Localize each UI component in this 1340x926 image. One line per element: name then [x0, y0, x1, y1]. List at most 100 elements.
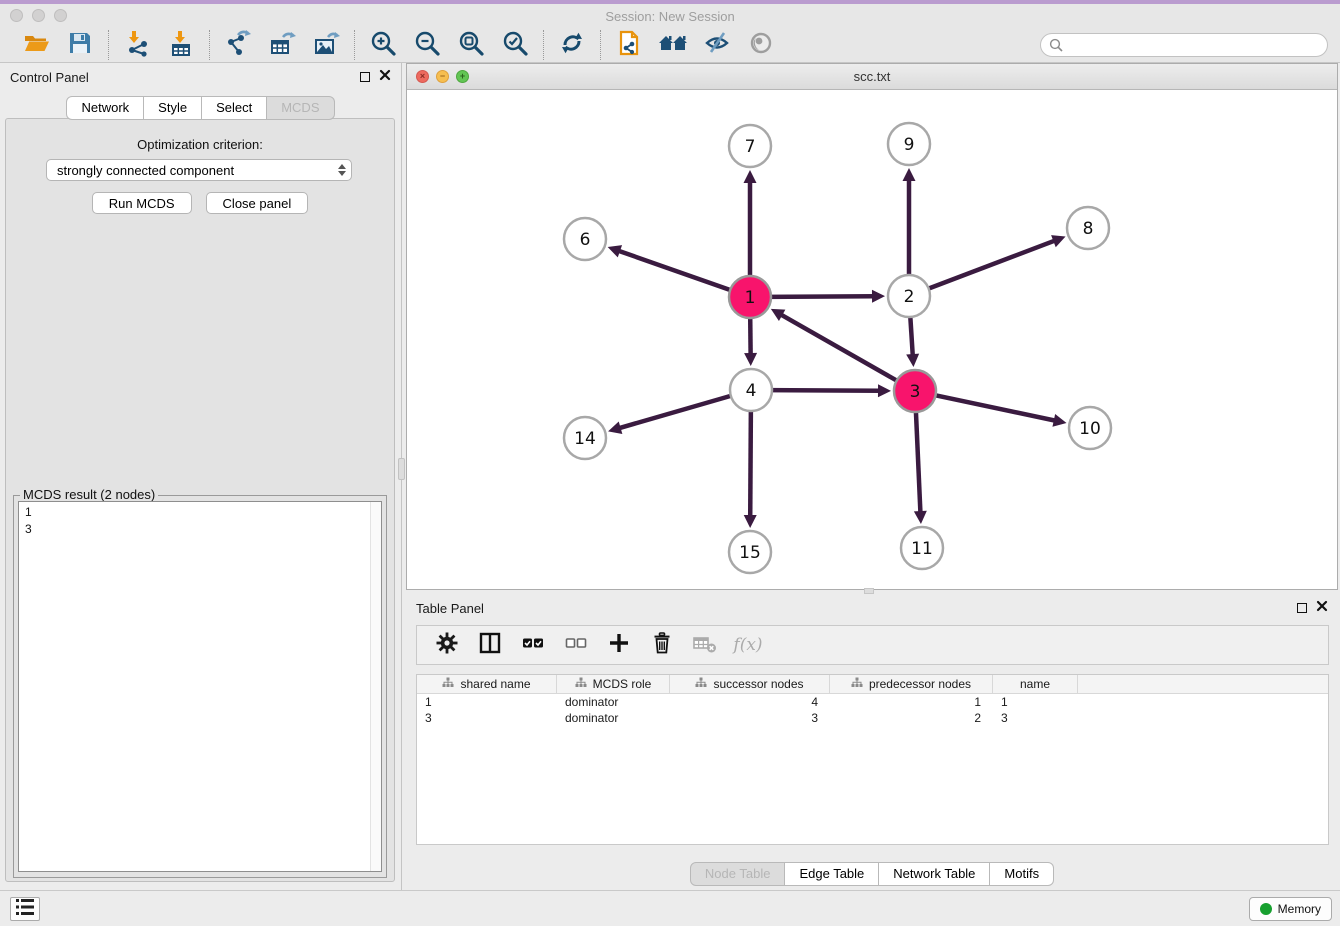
edge-1-4[interactable] — [744, 315, 757, 366]
column-header-shared-name[interactable]: shared name — [417, 675, 557, 693]
table-row[interactable]: 1dominator411 — [417, 694, 1328, 710]
table-row[interactable]: 3dominator323 — [417, 710, 1328, 726]
home-icon-button[interactable] — [657, 29, 689, 61]
edge-1-7[interactable] — [744, 170, 757, 279]
node-label: 2 — [904, 287, 915, 307]
open-file-button[interactable] — [20, 29, 52, 61]
column-header-name[interactable]: name — [993, 675, 1078, 693]
graph-node-1[interactable]: 1 — [729, 276, 771, 318]
close-panel-button[interactable]: Close panel — [206, 192, 309, 214]
table-tab-edge-table[interactable]: Edge Table — [785, 862, 879, 886]
memory-button[interactable]: Memory — [1249, 897, 1332, 921]
network-minimize-icon[interactable]: − — [436, 70, 449, 83]
table-cell: 1 — [417, 694, 557, 710]
edge-2-8[interactable] — [926, 235, 1066, 290]
float-table-panel-icon[interactable] — [1297, 603, 1307, 613]
control-panel-tabs: NetworkStyleSelectMCDS — [0, 96, 401, 120]
table-panel-title: Table Panel — [416, 601, 484, 616]
column-header-predecessor-nodes[interactable]: predecessor nodes — [830, 675, 993, 693]
network-file-button[interactable] — [613, 29, 645, 61]
export-image-button[interactable] — [310, 29, 342, 61]
float-panel-icon[interactable] — [360, 72, 370, 82]
network-window-titlebar[interactable]: × − + scc.txt — [407, 64, 1337, 90]
graph-node-9[interactable]: 9 — [888, 123, 930, 165]
delete-table-button[interactable] — [691, 631, 719, 659]
select-all-button[interactable] — [519, 631, 547, 659]
add-column-button[interactable] — [605, 631, 633, 659]
table-tab-motifs[interactable]: Motifs — [990, 862, 1054, 886]
network-graph-svg: 7 9 6 8 1 2 4 3 14 10 15 11 — [407, 90, 1337, 589]
edge-2-9[interactable] — [903, 168, 916, 278]
edge-4-3[interactable] — [769, 384, 891, 397]
tab-style[interactable]: Style — [144, 96, 202, 120]
column-header-mcds-role[interactable]: MCDS role — [557, 675, 670, 693]
graph-node-8[interactable]: 8 — [1067, 207, 1109, 249]
eye-icon — [747, 29, 775, 62]
import-table-button[interactable] — [165, 29, 197, 61]
graph-node-6[interactable]: 6 — [564, 218, 606, 260]
search-input[interactable] — [1040, 33, 1328, 57]
graph-node-4[interactable]: 4 — [730, 369, 772, 411]
mcds-result-scrollbar[interactable] — [370, 502, 381, 871]
deselect-all-button[interactable] — [562, 631, 590, 659]
zoom-in-button[interactable] — [367, 29, 399, 61]
edge-3-10[interactable] — [933, 395, 1067, 427]
show-graphics-button[interactable] — [745, 29, 777, 61]
edge-1-6[interactable] — [608, 245, 733, 291]
edge-3-1[interactable] — [771, 309, 900, 382]
search-icon — [1049, 38, 1063, 57]
delete-column-button[interactable] — [648, 631, 676, 659]
run-mcds-button[interactable]: Run MCDS — [92, 192, 192, 214]
export-table-button[interactable] — [266, 29, 298, 61]
edge-1-2[interactable] — [768, 290, 885, 303]
mcds-result-list[interactable]: 13 — [18, 501, 382, 872]
edge-4-15[interactable] — [744, 408, 757, 528]
criterion-select[interactable]: strongly connected component — [46, 159, 352, 181]
graph-node-3[interactable]: 3 — [894, 370, 936, 412]
function-builder-button[interactable]: f(x) — [734, 631, 762, 659]
graph-node-15[interactable]: 15 — [729, 531, 771, 573]
vertical-splitter-handle[interactable] — [398, 458, 405, 480]
network-zoom-icon[interactable]: + — [456, 70, 469, 83]
save-session-button[interactable] — [64, 29, 96, 61]
close-table-panel-icon[interactable] — [1316, 599, 1328, 617]
split-columns-button[interactable] — [476, 631, 504, 659]
graph-node-10[interactable]: 10 — [1069, 407, 1111, 449]
chevron-updown-icon — [333, 160, 351, 180]
column-header-label: shared name — [460, 677, 530, 691]
table-tab-node-table[interactable]: Node Table — [690, 862, 786, 886]
column-header-label: successor nodes — [713, 677, 803, 691]
memory-button-label: Memory — [1278, 902, 1321, 916]
task-history-button[interactable] — [10, 897, 40, 921]
edge-3-11[interactable] — [914, 409, 927, 524]
graph-node-7[interactable]: 7 — [729, 125, 771, 167]
maximize-window-button[interactable] — [54, 9, 67, 22]
minimize-window-button[interactable] — [32, 9, 45, 22]
table-cell: 3 — [670, 710, 830, 726]
network-close-icon[interactable]: × — [416, 70, 429, 83]
close-panel-icon[interactable] — [379, 68, 391, 86]
graph-node-14[interactable]: 14 — [564, 417, 606, 459]
edge-2-3[interactable] — [906, 314, 919, 367]
export-network-button[interactable] — [222, 29, 254, 61]
horizontal-splitter-handle[interactable] — [864, 588, 874, 594]
tab-select[interactable]: Select — [202, 96, 267, 120]
network-canvas[interactable]: 7 9 6 8 1 2 4 3 14 10 15 11 — [407, 90, 1337, 589]
edge-4-14[interactable] — [608, 395, 734, 434]
fit-content-button[interactable] — [455, 29, 487, 61]
import-network-button[interactable] — [121, 29, 153, 61]
graph-node-11[interactable]: 11 — [901, 527, 943, 569]
column-header-successor-nodes[interactable]: successor nodes — [670, 675, 830, 693]
table-settings-button[interactable] — [433, 631, 461, 659]
node-label: 7 — [745, 137, 756, 157]
tab-network[interactable]: Network — [66, 96, 144, 120]
table-tab-network-table[interactable]: Network Table — [879, 862, 990, 886]
zoom-selected-button[interactable] — [499, 29, 531, 61]
zoom-out-button[interactable] — [411, 29, 443, 61]
refresh-button[interactable] — [556, 29, 588, 61]
plus-icon — [607, 631, 631, 660]
hide-graphics-button[interactable] — [701, 29, 733, 61]
graph-node-2[interactable]: 2 — [888, 275, 930, 317]
tab-mcds[interactable]: MCDS — [267, 96, 334, 120]
close-window-button[interactable] — [10, 9, 23, 22]
